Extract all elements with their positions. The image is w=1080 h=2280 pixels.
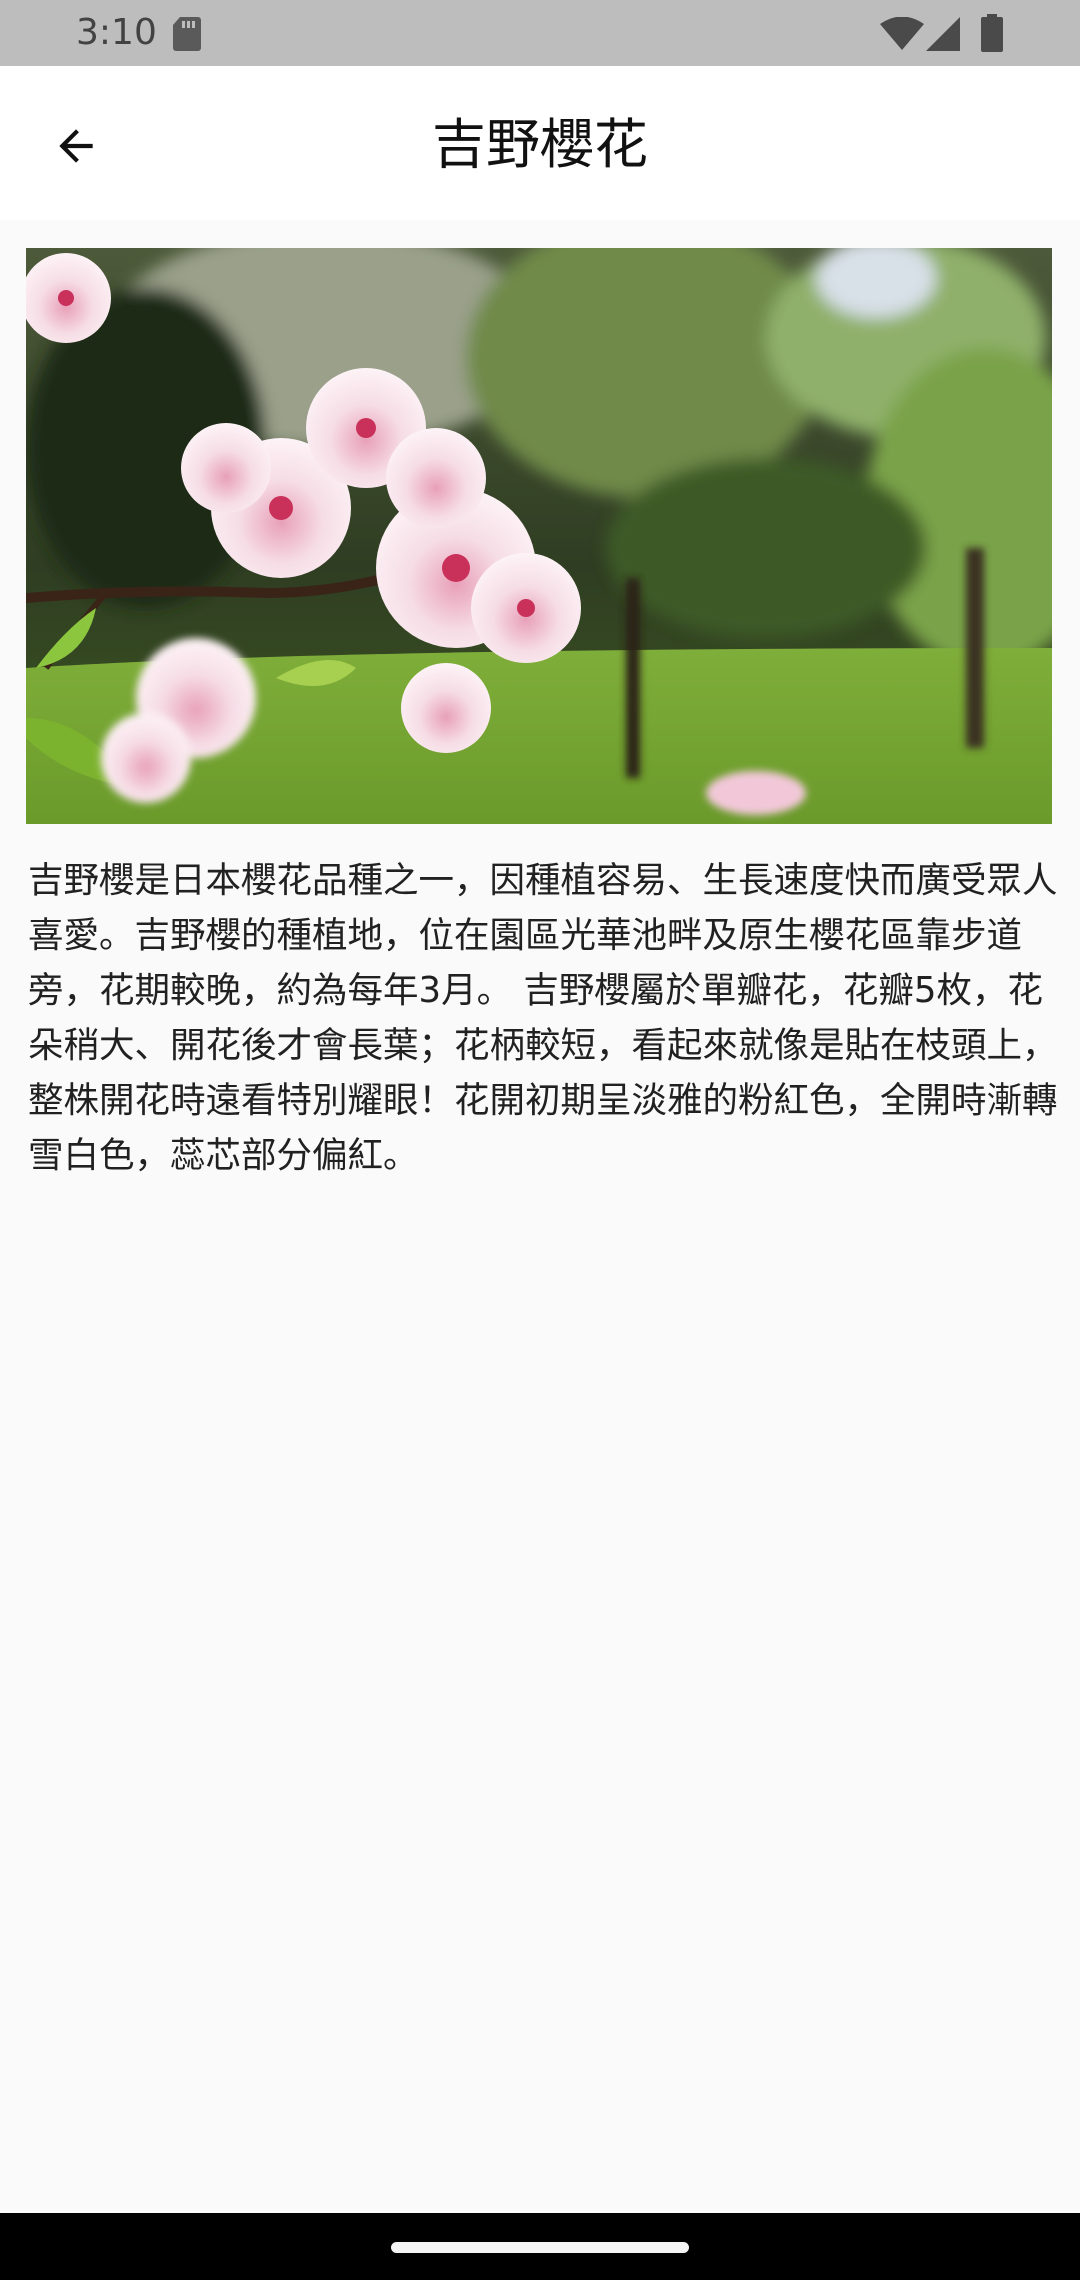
navigation-bar (0, 2213, 1080, 2280)
page-title: 吉野櫻花 (432, 113, 648, 176)
status-bar: 3:10 (0, 0, 1080, 66)
wifi-icon (880, 17, 924, 50)
sd-card-icon (173, 17, 201, 51)
description-text: 吉野櫻是日本櫻花品種之一，因種植容易、生長速度快而廣受眾人喜愛。吉野櫻的種植地，… (28, 860, 1058, 1176)
status-time: 3:10 (76, 12, 157, 53)
battery-icon (981, 14, 1003, 52)
home-handle[interactable] (391, 2242, 689, 2253)
cherry-blossom-image (26, 248, 1052, 824)
app-bar: 吉野櫻花 (0, 66, 1080, 220)
cell-signal-icon (926, 17, 960, 51)
